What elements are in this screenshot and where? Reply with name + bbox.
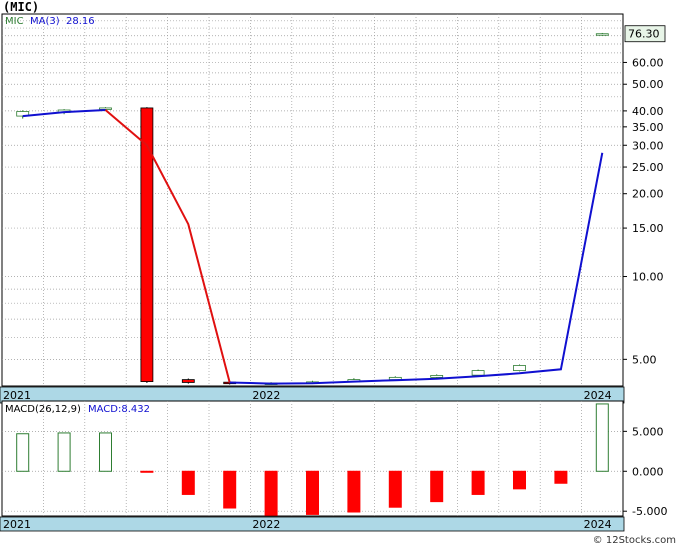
price-tick-label: 15.00 (632, 222, 664, 235)
macd-x-label: 2021 (3, 518, 31, 531)
price-tick-label: 50.00 (632, 78, 664, 91)
legend-ma-label: MA(3) (30, 16, 60, 27)
macd-bar (347, 470, 361, 513)
candle-body (430, 375, 444, 378)
macd-panel: 5.000 0.000 -5.000 MACD(26,12,9) MACD:8.432 2… (0, 400, 667, 532)
candle-body (471, 370, 485, 376)
price-panel: 5.00 10.00 15.00 20.00 25.00 30.00 35.00 40.00 5… (0, 13, 666, 404)
macd-bar (471, 470, 485, 495)
stock-chart: (MIC) 5.00 10.00 15.00 20.00 25.00 30.00 35.00… (0, 0, 676, 546)
candle-body (140, 107, 154, 383)
price-x-label: 2022 (252, 389, 280, 402)
price-tick-label: 35.00 (632, 121, 664, 134)
macd-legend-value: MACD:8.432 (88, 404, 150, 415)
macd-bar (306, 470, 319, 515)
macd-bar (181, 470, 195, 495)
macd-bar (223, 470, 237, 509)
candle-body (181, 379, 195, 383)
price-tick-label: 20.00 (632, 188, 664, 201)
macd-bar (388, 470, 402, 508)
candle-body (595, 33, 609, 36)
price-tick-label: 60.00 (632, 56, 664, 69)
macd-bar (513, 470, 526, 490)
macd-tick-label: 5.000 (632, 425, 664, 438)
candle-body (513, 365, 526, 372)
macd-bar (99, 432, 112, 472)
legend-ma-value: 28.16 (66, 16, 95, 27)
price-tick-label: 10.00 (632, 271, 664, 284)
legend-ticker: MIC (5, 16, 24, 27)
macd-tick-label: 0.000 (632, 465, 664, 478)
price-plot-frame (1, 13, 624, 387)
last-price-label: 76.30 (628, 28, 660, 41)
price-tick-label: 5.00 (632, 353, 657, 366)
price-tick-label: 25.00 (632, 161, 664, 174)
price-tick-label: 40.00 (632, 105, 664, 118)
macd-bar (16, 433, 30, 472)
macd-x-axis-band (0, 516, 625, 532)
macd-bar (140, 470, 154, 473)
chart-title: (MIC) (3, 0, 39, 14)
macd-bar (57, 432, 71, 472)
footer-credit: © 12Stocks.com (593, 535, 676, 546)
macd-x-label: 2022 (252, 518, 280, 531)
macd-bar (595, 403, 609, 472)
macd-legend-label: MACD(26,12,9) (5, 404, 81, 415)
macd-bar (554, 470, 568, 484)
price-tick-label: 30.00 (632, 139, 664, 152)
price-x-label: 2024 (584, 389, 612, 402)
price-x-label: 2021 (3, 389, 31, 402)
macd-tick-label: -5.000 (632, 505, 667, 518)
macd-x-label: 2024 (584, 518, 612, 531)
macd-bar (264, 470, 278, 516)
macd-bar (430, 470, 444, 503)
